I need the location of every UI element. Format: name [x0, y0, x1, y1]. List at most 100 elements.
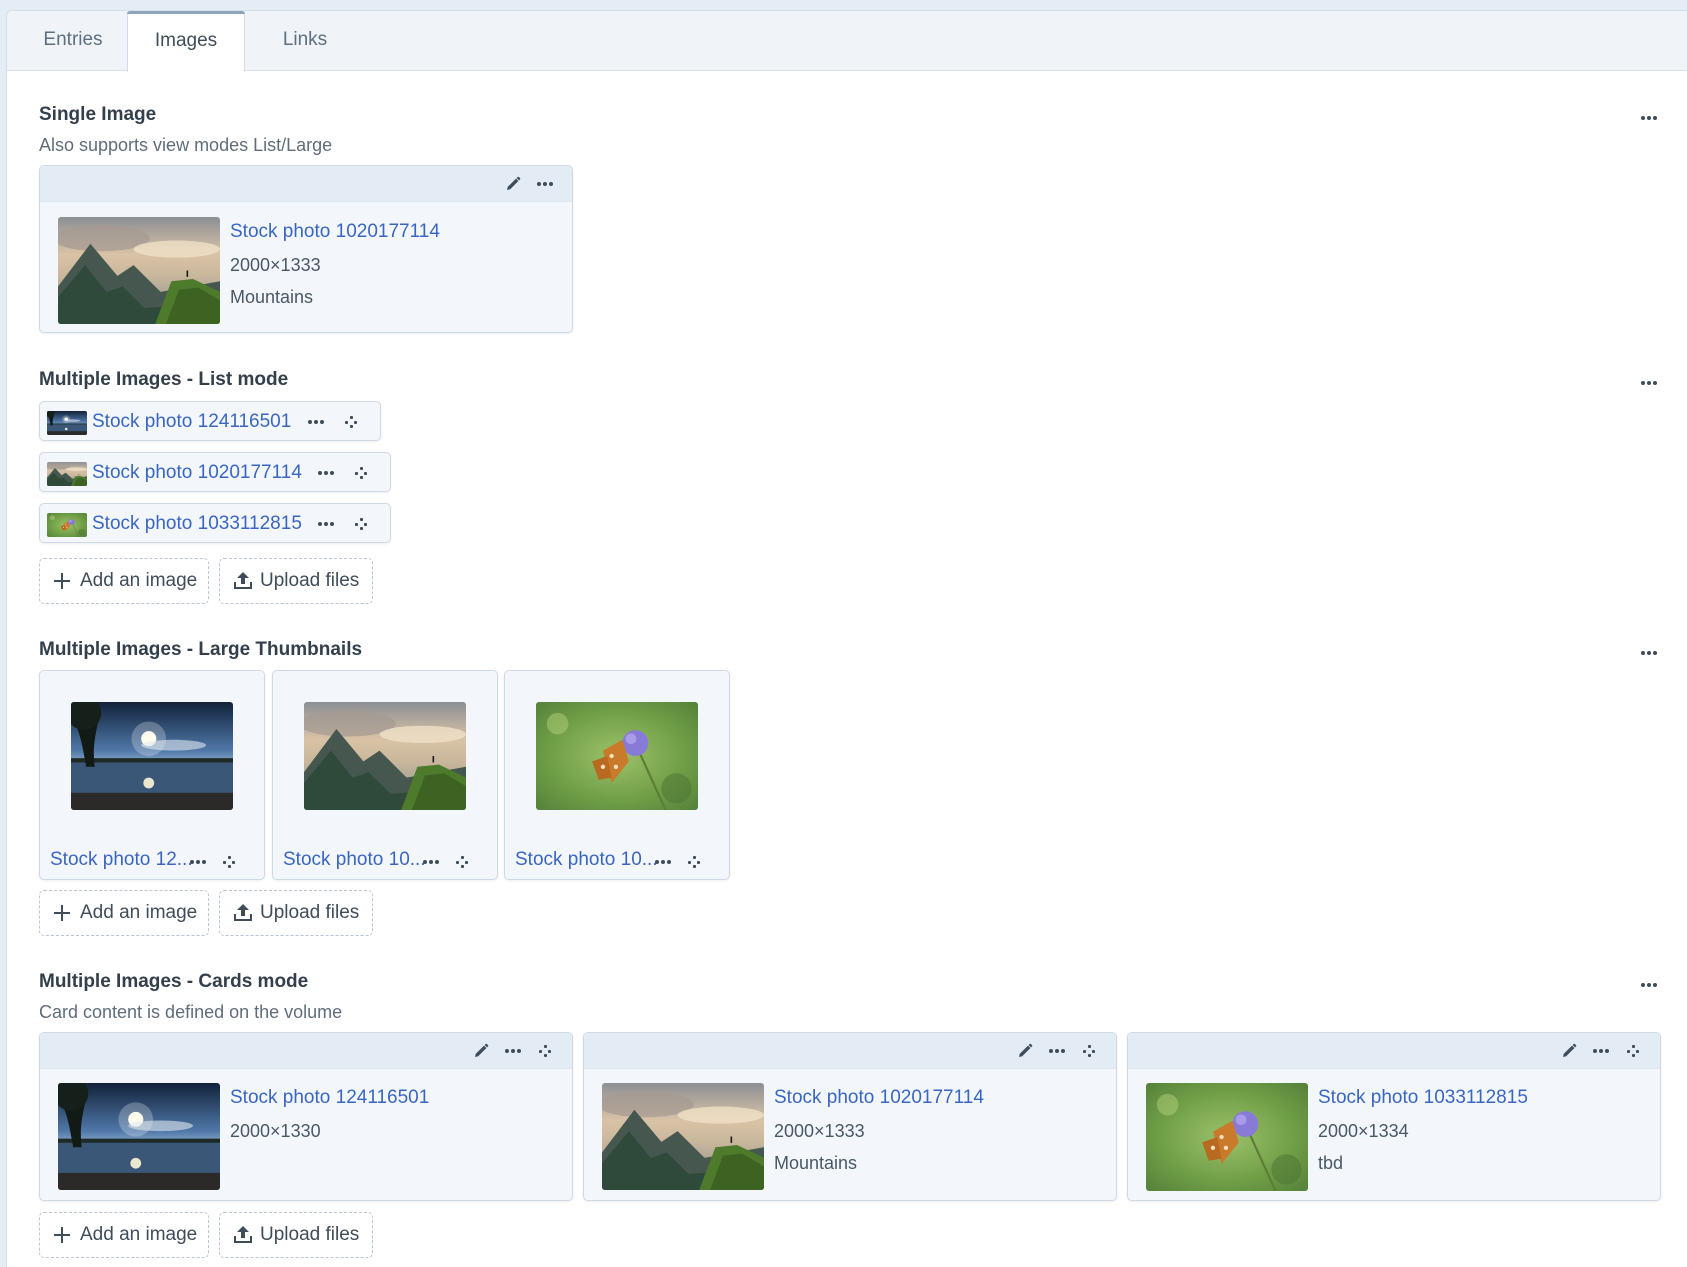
card-header — [40, 1033, 572, 1069]
asset-card: Stock photo 1020177114 2000×1333 Mountai… — [583, 1032, 1117, 1201]
asset-dimensions: 2000×1333 — [774, 1121, 865, 1141]
ellipsis-icon — [1641, 116, 1657, 120]
add-image-button[interactable]: Add an image — [39, 890, 209, 936]
field-actions-button[interactable] — [1641, 372, 1667, 392]
asset-card: Stock photo 1033112815 2000×1334 tbd — [1127, 1032, 1661, 1201]
large-thumbnail-item[interactable]: Stock photo 10... — [504, 670, 730, 880]
ellipsis-icon[interactable] — [655, 855, 671, 869]
move-icon[interactable] — [355, 466, 367, 480]
move-icon[interactable] — [688, 855, 700, 869]
asset-thumbnail[interactable] — [1146, 1083, 1308, 1191]
ellipsis-icon[interactable] — [318, 517, 334, 531]
plus-icon — [52, 903, 74, 923]
asset-title-link[interactable]: Stock photo 124116501 — [230, 1087, 429, 1109]
asset-title-link[interactable]: Stock photo 10... — [515, 849, 658, 871]
ellipsis-icon — [1641, 983, 1657, 987]
asset-title-link[interactable]: Stock photo 10... — [283, 849, 426, 871]
add-image-label: Add an image — [80, 902, 198, 923]
move-icon[interactable] — [1080, 1043, 1098, 1059]
upload-icon — [232, 903, 254, 923]
asset-card: Stock photo 124116501 2000×1330 — [39, 1032, 573, 1201]
field-title-large-thumbnails: Multiple Images - Large Thumbnails — [39, 639, 363, 660]
asset-thumbnail — [47, 462, 87, 486]
field-title-cards-mode: Multiple Images - Cards mode — [39, 971, 309, 992]
move-icon[interactable] — [345, 415, 357, 429]
asset-alt-text: tbd — [1318, 1153, 1344, 1173]
asset-title-link[interactable]: Stock photo 1033112815 — [92, 513, 302, 535]
asset-dimensions: 2000×1334 — [1318, 1121, 1409, 1141]
asset-thumbnail — [47, 411, 87, 435]
ellipsis-icon[interactable] — [423, 855, 439, 869]
card-header — [1128, 1033, 1660, 1069]
asset-thumbnail[interactable] — [602, 1083, 764, 1190]
pencil-icon[interactable] — [1560, 1043, 1578, 1059]
plus-icon — [52, 1225, 74, 1245]
card-header — [40, 166, 572, 202]
ellipsis-icon[interactable] — [504, 1043, 522, 1059]
list-item[interactable]: Stock photo 1020177114 — [39, 452, 391, 492]
asset-title-link[interactable]: Stock photo 1033112815 — [1318, 1087, 1528, 1109]
upload-files-label: Upload files — [260, 902, 360, 923]
tab-links[interactable]: Links — [253, 11, 357, 71]
move-icon[interactable] — [456, 855, 468, 869]
upload-files-button[interactable]: Upload files — [219, 890, 373, 936]
tab-entries[interactable]: Entries — [19, 11, 127, 71]
ellipsis-icon — [1641, 651, 1657, 655]
asset-title-link[interactable]: Stock photo 1020177114 — [774, 1087, 984, 1109]
upload-icon — [232, 571, 254, 591]
add-image-button[interactable]: Add an image — [39, 558, 209, 604]
card-header — [584, 1033, 1116, 1069]
ellipsis-icon — [1641, 381, 1657, 385]
upload-files-label: Upload files — [260, 1224, 360, 1245]
asset-card: Stock photo 1020177114 2000×1333 Mountai… — [39, 165, 573, 333]
list-item[interactable]: Stock photo 124116501 — [39, 401, 381, 441]
asset-title-link[interactable]: Stock photo 124116501 — [92, 411, 291, 433]
asset-title-link[interactable]: Stock photo 1020177114 — [230, 221, 440, 243]
asset-alt-text: Mountains — [774, 1153, 858, 1173]
field-instructions: Also supports view modes List/Large — [39, 135, 333, 155]
asset-dimensions: 2000×1333 — [230, 255, 321, 275]
move-icon[interactable] — [536, 1043, 554, 1059]
add-image-label: Add an image — [80, 570, 198, 591]
content-pane: Entries Images Links Single Image Also s… — [6, 10, 1687, 1267]
upload-files-label: Upload files — [260, 570, 360, 591]
asset-title-link[interactable]: Stock photo 1020177114 — [92, 462, 302, 484]
field-actions-button[interactable] — [1641, 642, 1667, 662]
upload-files-button[interactable]: Upload files — [219, 558, 373, 604]
ellipsis-icon[interactable] — [190, 855, 206, 869]
add-image-button[interactable]: Add an image — [39, 1212, 209, 1258]
asset-alt-text: Mountains — [230, 287, 314, 307]
asset-thumbnail — [71, 702, 233, 810]
field-instructions: Card content is defined on the volume — [39, 1002, 343, 1022]
pencil-icon[interactable] — [504, 176, 522, 192]
asset-thumbnail — [536, 702, 698, 810]
list-item[interactable]: Stock photo 1033112815 — [39, 503, 391, 543]
field-title-single-image: Single Image — [39, 104, 157, 125]
asset-thumbnail — [304, 702, 466, 810]
ellipsis-icon[interactable] — [308, 415, 324, 429]
move-icon[interactable] — [1624, 1043, 1642, 1059]
large-thumbnail-item[interactable]: Stock photo 10... — [272, 670, 498, 880]
asset-thumbnail[interactable] — [58, 1083, 220, 1190]
move-icon[interactable] — [223, 855, 235, 869]
asset-thumbnail[interactable] — [58, 217, 220, 324]
ellipsis-icon[interactable] — [318, 466, 334, 480]
upload-icon — [232, 1225, 254, 1245]
asset-dimensions: 2000×1330 — [230, 1121, 321, 1141]
asset-thumbnail — [47, 513, 87, 537]
field-actions-button[interactable] — [1641, 974, 1667, 994]
large-thumbnail-item[interactable]: Stock photo 12... — [39, 670, 265, 880]
field-title-list-mode: Multiple Images - List mode — [39, 369, 289, 390]
ellipsis-icon[interactable] — [1592, 1043, 1610, 1059]
tab-images[interactable]: Images — [127, 11, 245, 72]
asset-title-link[interactable]: Stock photo 12... — [50, 849, 193, 871]
ellipsis-icon[interactable] — [1048, 1043, 1066, 1059]
ellipsis-icon[interactable] — [536, 176, 554, 192]
upload-files-button[interactable]: Upload files — [219, 1212, 373, 1258]
pencil-icon[interactable] — [1016, 1043, 1034, 1059]
add-image-label: Add an image — [80, 1224, 198, 1245]
field-actions-button[interactable] — [1641, 107, 1667, 127]
pencil-icon[interactable] — [472, 1043, 490, 1059]
plus-icon — [52, 571, 74, 591]
move-icon[interactable] — [355, 517, 367, 531]
